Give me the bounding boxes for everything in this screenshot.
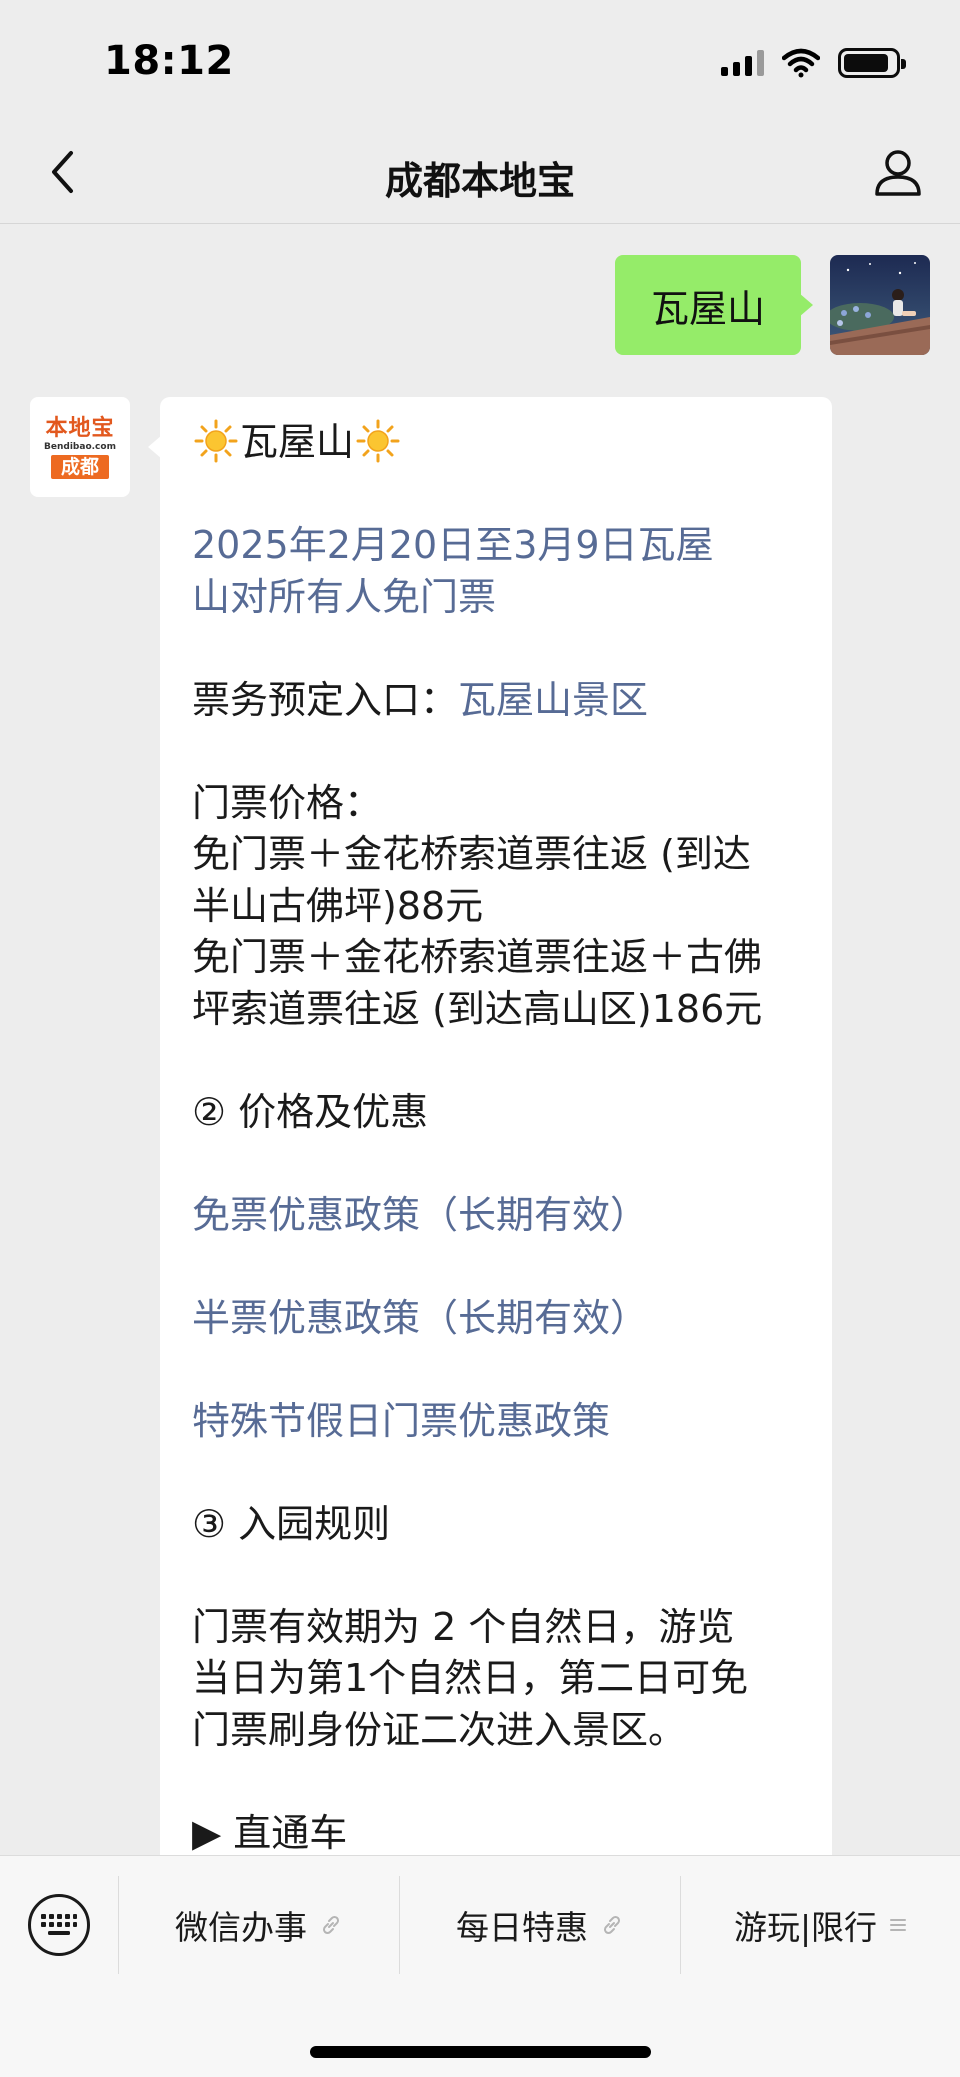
section-heading-rules: ③ 入园规则 — [192, 1501, 391, 1546]
user-avatar-image — [830, 255, 930, 355]
price-heading: 门票价格： — [192, 780, 383, 825]
logo-city: 成都 — [50, 454, 109, 479]
sun-emoji-icon — [194, 419, 238, 463]
rule-line: 当日为第1个自然日，第二日可免 — [192, 1656, 749, 1700]
rule-line: 门票有效期为 2 个自然日，游览 — [192, 1604, 735, 1649]
menu-item-daily-deals[interactable]: 每日特惠 — [400, 1876, 680, 1974]
status-icons — [721, 46, 906, 80]
user-message-text: 瓦屋山 — [650, 286, 765, 331]
headline-link-line[interactable]: 2025年2月20日至3月9日瓦屋 — [192, 520, 802, 572]
user-avatar[interactable] — [830, 255, 930, 355]
page-title: 成都本地宝 — [384, 159, 575, 203]
link-icon — [322, 1915, 340, 1935]
price-line: 免门票＋金花桥索道票往返＋古佛 — [192, 935, 763, 979]
profile-button[interactable] — [866, 140, 930, 204]
rule-line: 门票刷身份证二次进入景区。 — [192, 1707, 687, 1752]
section-heading-prices: ② 价格及优惠 — [192, 1089, 429, 1134]
menu-item-label: 微信办事 — [175, 1908, 307, 1947]
sun-emoji-icon — [356, 419, 400, 463]
status-time: 18:12 — [104, 38, 234, 84]
wifi-icon — [782, 48, 820, 78]
person-icon — [875, 150, 921, 196]
cellular-signal-icon — [721, 50, 764, 76]
bot-message-bubble: 瓦屋山 2025年2月20日至3月9日瓦屋 山对所有人免门票 票务预定入口：瓦屋… — [148, 397, 832, 1855]
nav-bar: 成都本地宝 — [0, 120, 960, 224]
home-indicator[interactable] — [310, 2046, 651, 2058]
menu-item-wechat-service[interactable]: 微信办事 — [119, 1876, 399, 1974]
battery-icon — [838, 48, 906, 78]
policy-link-half[interactable]: 半票优惠政策（长期有效） — [192, 1293, 802, 1345]
price-line: 坪索道票往返 (到达高山区)186元 — [192, 986, 763, 1031]
price-line: 免门票＋金花桥索道票往返 (到达 — [192, 832, 751, 876]
menu-item-travel-restrictions[interactable]: 游玩|限行 — [681, 1876, 960, 1974]
section-heading-shuttle: ▶ 直通车 — [192, 1810, 348, 1855]
menu-icon — [890, 1919, 907, 1931]
price-line: 半山古佛坪)88元 — [192, 883, 484, 928]
menu-item-label: 游玩|限行 — [733, 1908, 878, 1947]
keyboard-icon — [41, 1914, 77, 1935]
message-title-line: 瓦屋山 — [192, 417, 802, 469]
policy-link-free[interactable]: 免票优惠政策（长期有效） — [192, 1190, 802, 1242]
booking-link[interactable]: 瓦屋山景区 — [458, 678, 648, 722]
bendibao-avatar[interactable]: 本地宝 Bendibao.com 成都 — [30, 397, 130, 497]
bottom-menu-bar: 微信办事 每日特惠 游玩|限行 — [0, 1855, 960, 2077]
headline-link-line[interactable]: 山对所有人免门票 — [192, 572, 802, 624]
policy-link-holiday[interactable]: 特殊节假日门票优惠政策 — [192, 1396, 802, 1448]
logo-site: Bendibao.com — [44, 441, 116, 452]
logo-text: 本地宝 — [45, 414, 115, 441]
keyboard-toggle-button[interactable] — [28, 1894, 90, 1956]
menu-item-label: 每日特惠 — [456, 1908, 588, 1947]
booking-line: 票务预定入口：瓦屋山景区 — [192, 675, 802, 727]
link-icon — [603, 1915, 621, 1935]
message-title: 瓦屋山 — [240, 420, 355, 464]
chat-area[interactable]: 瓦屋山 本地宝 Bendibao.com 成都 瓦屋山 2025年2月20日至3… — [0, 225, 960, 1855]
booking-label: 票务预定入口： — [192, 677, 459, 722]
status-bar: 18:12 — [0, 0, 960, 120]
user-message-bubble[interactable]: 瓦屋山 — [615, 255, 813, 355]
